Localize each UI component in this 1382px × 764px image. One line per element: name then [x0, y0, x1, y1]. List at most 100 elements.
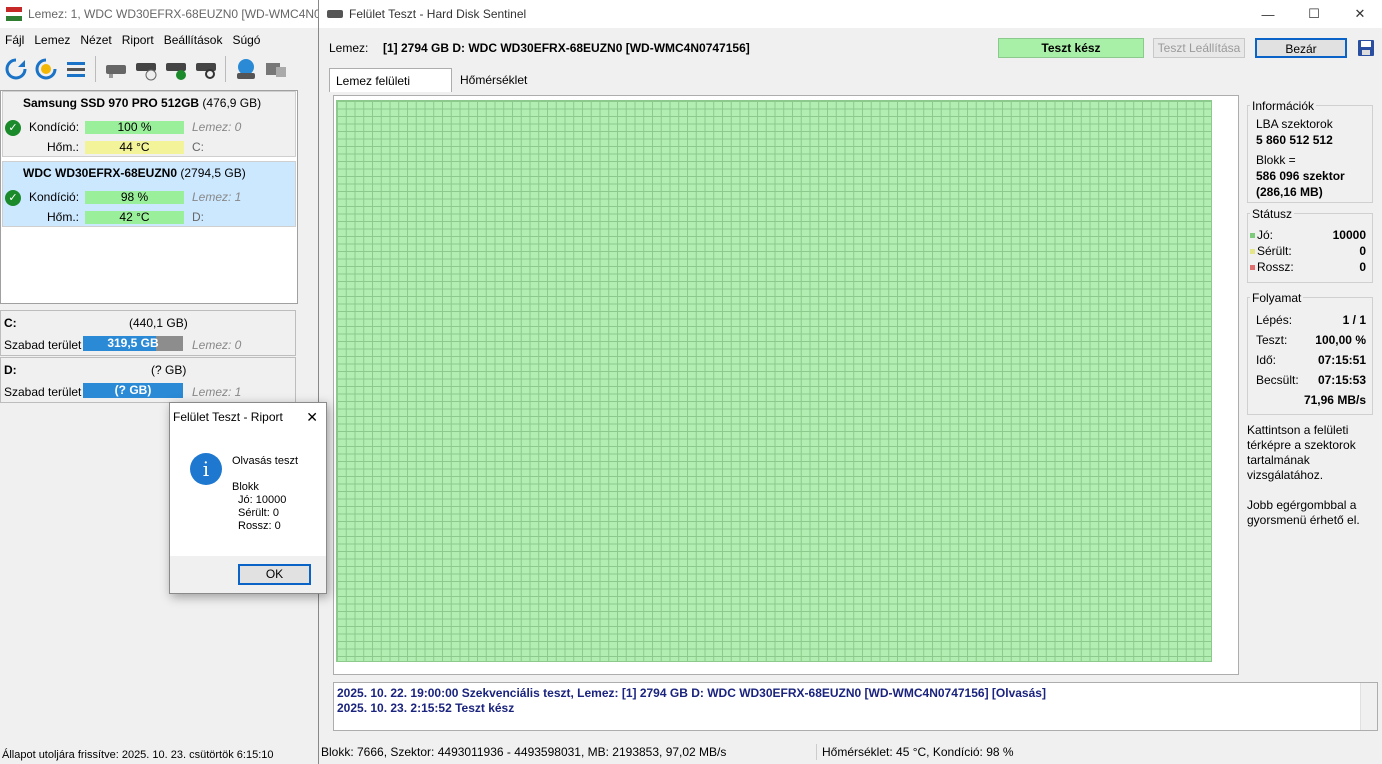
maximize-icon[interactable]: ☐ — [1291, 0, 1337, 28]
bad-label: Rossz: — [1250, 260, 1294, 274]
list-icon[interactable] — [63, 57, 88, 82]
condition-label: Kondíció: — [29, 120, 80, 134]
menu-help[interactable]: Súgó — [227, 33, 265, 47]
surface-map-panel — [333, 95, 1239, 675]
log-line: 2025. 10. 22. 19:00:00 Szekvenciális tes… — [337, 686, 1046, 700]
good-value: 10000 — [1332, 228, 1366, 242]
refresh-icon[interactable] — [3, 57, 28, 82]
status-group: Státusz Jó: 10000 Sérült: 0 Rossz: 0 — [1247, 207, 1373, 283]
surface-status-bar: Blokk: 7666, Szektor: 4493011936 - 44935… — [319, 742, 1382, 764]
hint-right-click: Jobb egérgombbal a gyorsmenü érhető el. — [1247, 498, 1360, 527]
volume-item-c[interactable]: C: (440,1 GB) Szabad terület 319,5 GB Le… — [0, 310, 296, 356]
main-window: Lemez: 1, WDC WD30EFRX-68EUZN0 [WD-WMC4N… — [0, 0, 318, 764]
dialog-titlebar: Felület Teszt - Riport ✕ — [170, 403, 326, 431]
volume-item-d[interactable]: D: (? GB) Szabad terület (? GB) Lemez: 1 — [0, 357, 296, 403]
close-button[interactable]: Bezár — [1255, 38, 1347, 58]
dialog-title: Felület Teszt - Riport — [173, 410, 283, 424]
disk-name: WDC WD30EFRX-68EUZN0 (2794,5 GB) — [23, 166, 246, 180]
time-value: 07:15:51 — [1317, 353, 1366, 367]
disk-index: Lemez: 0 — [192, 120, 242, 134]
bad-value: 0 — [1359, 260, 1366, 274]
dialog-good: Jó: 10000 — [238, 494, 287, 506]
disk-search-icon[interactable] — [193, 57, 218, 82]
lba-label: LBA szektorok — [1256, 117, 1333, 131]
disk-description: [1] 2794 GB D: WDC WD30EFRX-68EUZN0 [WD-… — [383, 41, 750, 55]
temp-bar: 44 °C — [85, 141, 184, 154]
free-space-label: Szabad terület — [4, 385, 82, 399]
disk-schedule-icon[interactable] — [133, 57, 158, 82]
temp-label: Hőm.: — [47, 210, 80, 224]
dialog-body: i Olvasás teszt Blokk Jó: 10000 Sérült: … — [170, 431, 326, 556]
damaged-value: 0 — [1359, 244, 1366, 258]
tab-surface-map[interactable]: Lemez felületi térkép — [329, 68, 452, 112]
progress-group: Folyamat Lépés: 1 / 1 Teszt: 100,00 % Id… — [1247, 291, 1373, 415]
temp-bar: 42 °C — [85, 211, 184, 224]
condition-bar: 98 % — [85, 191, 184, 204]
disk-check-icon[interactable] — [163, 57, 188, 82]
disk-index: Lemez: 1 — [192, 190, 242, 204]
drive-letter: C: — [192, 140, 204, 154]
surface-test-titlebar: Felület Teszt - Hard Disk Sentinel — ☐ ✕ — [319, 0, 1382, 28]
drive-letter: D: — [192, 210, 204, 224]
surface-test-window: Felület Teszt - Hard Disk Sentinel — ☐ ✕… — [318, 0, 1382, 764]
toolbar — [0, 50, 318, 88]
disk-label: Lemez: — [329, 41, 369, 55]
menu-report[interactable]: Riport — [117, 33, 159, 47]
info-title: Információk — [1250, 99, 1317, 113]
volume-size: (440,1 GB) — [129, 316, 188, 330]
disk-item-samsung[interactable]: Samsung SSD 970 PRO 512GB (476,9 GB) ✓ K… — [2, 91, 296, 157]
surface-test-title: Felület Teszt - Hard Disk Sentinel — [349, 7, 527, 21]
network-icon[interactable] — [263, 57, 288, 82]
log-line: 2025. 10. 23. 2:15:52 Teszt kész — [337, 701, 515, 715]
good-label: Jó: — [1250, 228, 1273, 242]
volume-drive: C: — [4, 316, 17, 330]
lba-value: 5 860 512 512 — [1256, 133, 1333, 147]
main-window-title: Lemez: 1, WDC WD30EFRX-68EUZN0 [WD-WMC4N… — [28, 7, 318, 21]
progress-title: Folyamat — [1250, 291, 1304, 305]
close-icon[interactable]: ✕ — [306, 403, 318, 431]
damaged-square-icon — [1250, 249, 1255, 255]
save-icon[interactable] — [1357, 39, 1375, 57]
good-square-icon — [1250, 233, 1255, 239]
dialog-bad: Rossz: 0 — [238, 520, 281, 532]
block-mb: (286,16 MB) — [1256, 185, 1323, 199]
estimated-value: 07:15:53 — [1317, 373, 1366, 387]
dialog-damaged: Sérült: 0 — [238, 507, 279, 519]
hdd-icon — [327, 10, 343, 18]
minimize-icon[interactable]: — — [1245, 0, 1291, 28]
status-title: Státusz — [1250, 207, 1295, 221]
refresh-warning-icon[interactable] — [33, 57, 58, 82]
test-status-badge: Teszt kész — [998, 38, 1144, 58]
disk-item-wdc[interactable]: WDC WD30EFRX-68EUZN0 (2794,5 GB) ✓ Kondí… — [2, 161, 296, 227]
free-space-label: Szabad terület — [4, 338, 82, 352]
log-scrollbar[interactable] — [1360, 683, 1377, 730]
temp-condition-status: Hőmérséklet: 45 °C, Kondíció: 98 % — [822, 745, 1014, 759]
dialog-block: Blokk — [232, 481, 259, 493]
speed-value: 71,96 MB/s — [1303, 393, 1366, 407]
volume-size: (? GB) — [151, 363, 187, 377]
damaged-label: Sérült: — [1250, 244, 1292, 258]
disk-selector-row: Lemez: [1] 2794 GB D: WDC WD30EFRX-68EUZ… — [319, 34, 1382, 62]
free-space-bar: 319,5 GB — [83, 336, 183, 351]
log-box[interactable]: 2025. 10. 22. 19:00:00 Szekvenciális tes… — [333, 682, 1378, 731]
menu-view[interactable]: Nézet — [75, 33, 116, 47]
stop-test-button[interactable]: Teszt Leállítása — [1153, 38, 1245, 58]
info-icon: i — [190, 453, 222, 485]
disk-list-panel: Samsung SSD 970 PRO 512GB (476,9 GB) ✓ K… — [0, 90, 298, 304]
globe-icon[interactable] — [233, 57, 258, 82]
app-flag-icon — [6, 7, 22, 21]
tab-temperature-speed[interactable]: Hőmérséklet és átviteli sebesség — [454, 68, 533, 135]
menu-settings[interactable]: Beállítások — [159, 33, 228, 47]
disk-size: (2794,5 GB) — [180, 166, 246, 180]
block-info-status: Blokk: 7666, Szektor: 4493011936 - 44935… — [321, 745, 727, 759]
disk-info-icon[interactable] — [103, 57, 128, 82]
condition-label: Kondíció: — [29, 190, 80, 204]
menu-disk[interactable]: Lemez — [29, 33, 75, 47]
disk-index: Lemez: 0 — [192, 338, 242, 352]
surface-map-grid[interactable] — [336, 100, 1212, 662]
disk-index: Lemez: 1 — [192, 385, 242, 399]
free-space-bar: (? GB) — [83, 383, 183, 398]
menu-file[interactable]: Fájl — [0, 33, 29, 47]
close-icon[interactable]: ✕ — [1337, 0, 1382, 28]
ok-button[interactable]: OK — [238, 564, 311, 585]
